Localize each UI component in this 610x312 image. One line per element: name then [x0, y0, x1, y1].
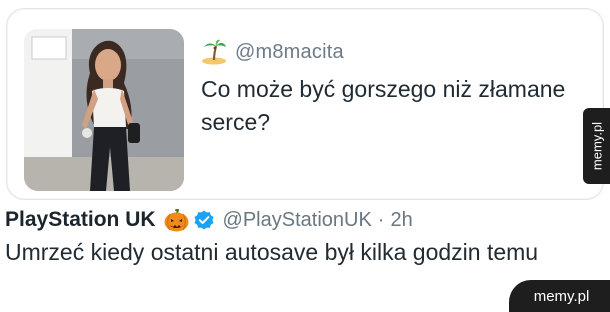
tweet-header: PlayStation UK @PlayStationUK · 2h [5, 205, 413, 235]
quoted-tweet-card[interactable]: @m8macita Co może być gorszego niż złama… [6, 8, 604, 200]
quoted-tweet-handle[interactable]: @m8macita [235, 41, 344, 64]
desert-island-icon [201, 39, 227, 65]
side-watermark: memy.pl [583, 108, 610, 184]
side-watermark-text: memy.pl [589, 121, 604, 171]
tweet-timestamp[interactable]: 2h [390, 209, 412, 232]
quoted-tweet-photo[interactable] [24, 29, 184, 191]
tweet-text: Umrzeć kiedy ostatni autosave był kilka … [5, 239, 539, 265]
corner-watermark: memy.pl [509, 280, 610, 312]
separator-dot: · [377, 208, 385, 231]
quoted-tweet-header: @m8macita [201, 38, 344, 66]
quoted-tweet-text: Co może być gorszego niż złamane serce? [201, 76, 566, 135]
verified-badge-icon [194, 210, 214, 230]
corner-watermark-text: memy.pl [533, 287, 590, 305]
tweet-author-handle[interactable]: @PlayStationUK [223, 209, 372, 232]
pumpkin-icon [164, 207, 189, 232]
tweet-author-name[interactable]: PlayStation UK [5, 208, 156, 232]
